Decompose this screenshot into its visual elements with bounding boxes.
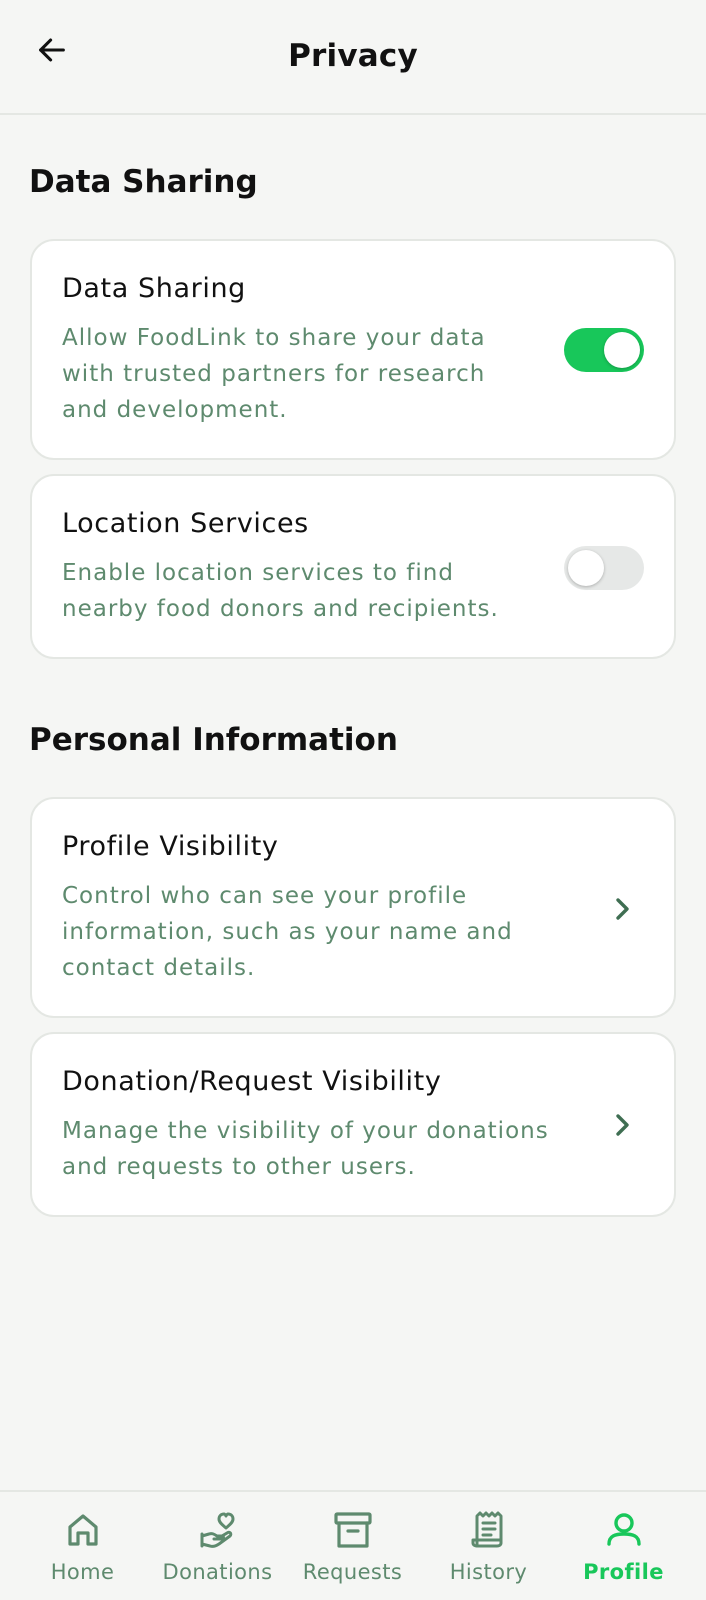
page-title: Privacy — [288, 38, 418, 74]
setting-card-data-sharing: Data Sharing Allow FoodLink to share you… — [30, 239, 676, 460]
location-services-toggle[interactable] — [564, 546, 644, 590]
setting-description: Enable location services to find nearby … — [62, 560, 499, 622]
home-icon — [67, 1514, 98, 1546]
tab-home[interactable]: Home — [12, 1492, 153, 1600]
setting-description: Manage the visibility of your donations … — [62, 1118, 549, 1180]
setting-card-location-services: Location Services Enable location servic… — [30, 474, 676, 659]
receipt-icon — [471, 1511, 502, 1548]
tab-label: Donations — [162, 1560, 273, 1584]
tab-label: Profile — [583, 1560, 664, 1584]
setting-card-profile-visibility[interactable]: Profile Visibility Control who can see y… — [30, 797, 676, 1018]
setting-title: Profile Visibility — [62, 831, 279, 862]
tab-requests[interactable]: Requests — [282, 1492, 423, 1600]
archive-box-icon — [333, 1512, 372, 1548]
tab-label: Requests — [302, 1560, 403, 1584]
setting-title: Donation/Request Visibility — [62, 1066, 442, 1097]
top-app-bar: Privacy — [0, 0, 706, 115]
section-title-personal-information: Personal Information — [29, 722, 398, 758]
toggle-knob — [568, 550, 604, 586]
hand-heart-icon — [200, 1512, 234, 1548]
chevron-right-icon — [610, 1110, 634, 1140]
setting-card-donation-request-visibility[interactable]: Donation/Request Visibility Manage the v… — [30, 1032, 676, 1217]
setting-title: Data Sharing — [62, 273, 246, 304]
tab-label: Home — [50, 1560, 115, 1584]
bottom-tab-bar: Home Donations Requests History Profile — [0, 1490, 706, 1600]
toggle-knob — [604, 332, 640, 368]
chevron-right-icon — [610, 894, 634, 924]
tab-history[interactable]: History — [418, 1492, 559, 1600]
tab-profile[interactable]: Profile — [553, 1492, 694, 1600]
setting-title: Location Services — [62, 508, 309, 539]
tab-label: History — [449, 1560, 528, 1584]
section-title-data-sharing: Data Sharing — [29, 164, 258, 200]
tab-donations[interactable]: Donations — [147, 1492, 288, 1600]
setting-description: Allow FoodLink to share your data with t… — [62, 325, 486, 423]
setting-description: Control who can see your profile informa… — [62, 883, 513, 981]
user-icon — [606, 1513, 641, 1546]
data-sharing-toggle[interactable] — [564, 328, 644, 372]
